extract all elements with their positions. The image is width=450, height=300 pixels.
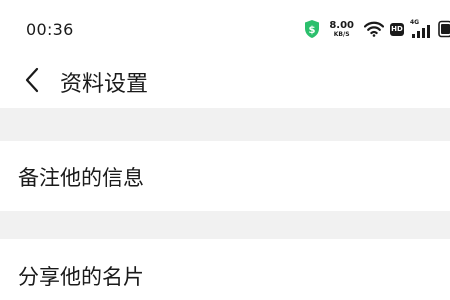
- status-time: 00:36: [26, 20, 74, 39]
- signal-indicator: 4G: [410, 19, 432, 38]
- screen: 00:36 $ 8.00 KB/S HD 4G 资料设置 备注他的信息 分享他的…: [0, 0, 450, 300]
- menu-item-share-card[interactable]: 分享他的名片: [0, 239, 450, 300]
- app-header: 资料设置: [0, 56, 450, 108]
- wifi-icon: [364, 21, 384, 37]
- hd-icon: HD: [390, 22, 404, 36]
- signal-icon: [412, 25, 430, 38]
- battery-icon: [438, 20, 450, 38]
- net-speed: 8.00 KB/S: [329, 19, 354, 38]
- menu-item-label: 分享他的名片: [18, 265, 144, 289]
- section-divider: [0, 211, 450, 239]
- svg-text:$: $: [309, 25, 316, 36]
- status-bar: 00:36 $ 8.00 KB/S HD 4G: [0, 0, 450, 56]
- section-divider: [0, 108, 450, 141]
- chevron-left-icon[interactable]: [22, 66, 42, 94]
- status-icons: $ 8.00 KB/S HD 4G: [303, 17, 450, 41]
- shield-icon: $: [305, 20, 320, 38]
- net-speed-value: 8.00: [329, 19, 354, 31]
- menu-item-label: 备注他的信息: [18, 166, 144, 190]
- menu-item-remark-info[interactable]: 备注他的信息: [0, 141, 450, 211]
- page-title: 资料设置: [60, 72, 149, 97]
- net-speed-unit: KB/S: [333, 30, 350, 38]
